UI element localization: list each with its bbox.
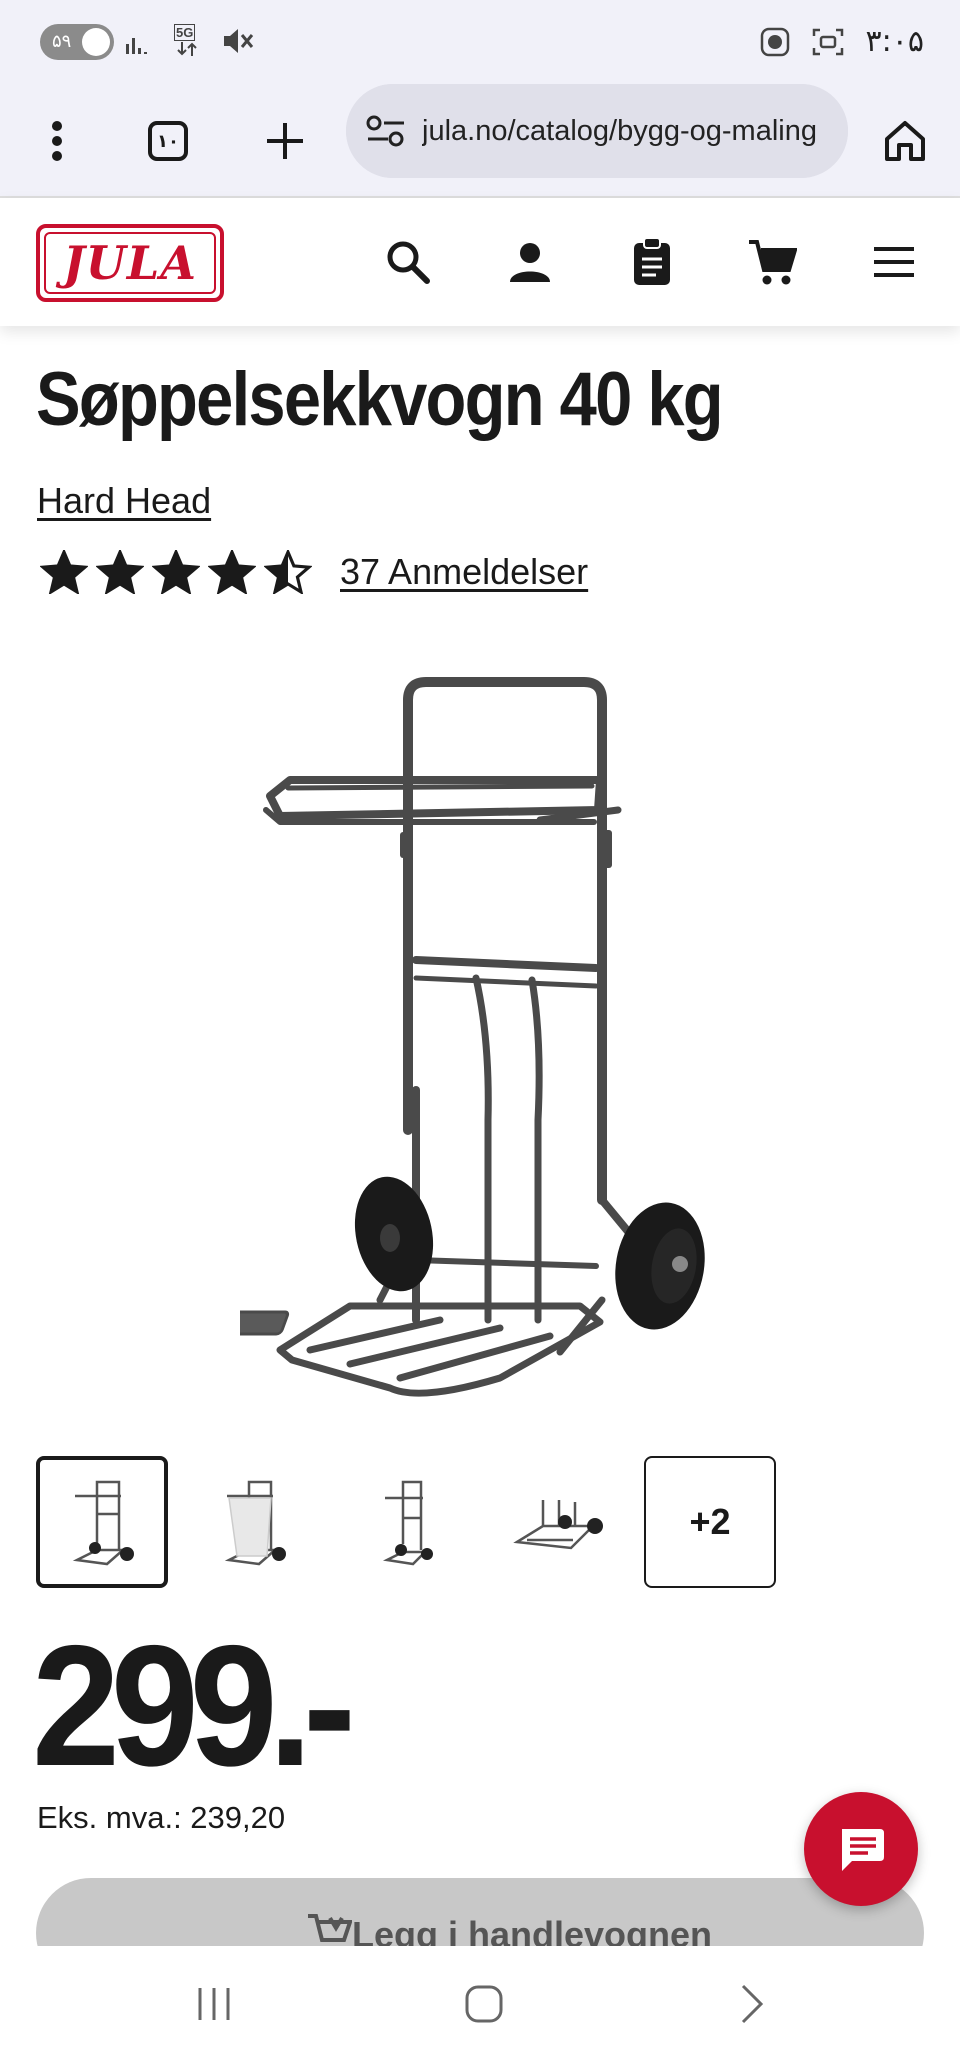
search-icon <box>387 241 430 284</box>
brand-link[interactable]: Hard Head <box>37 480 211 522</box>
reviews-link[interactable]: 37 Anmeldelser <box>340 551 588 593</box>
star-full-icon <box>96 550 144 594</box>
product-price: 299.- <box>32 1610 356 1802</box>
more-vert-icon <box>52 121 62 161</box>
site-header: JULA <box>0 198 960 326</box>
thumbnail-2[interactable] <box>188 1456 320 1588</box>
thumbnail-image <box>224 1480 286 1566</box>
app-notification-icon <box>760 27 789 56</box>
screenshot-icon <box>812 28 843 55</box>
mute-icon <box>224 29 254 53</box>
thumbnail-1[interactable] <box>36 1456 168 1588</box>
star-half-icon <box>264 550 312 594</box>
recent-apps-button[interactable] <box>184 1976 244 2032</box>
thumbnail-image <box>382 1480 433 1566</box>
status-pill-text: ۵۹ <box>52 31 72 52</box>
star-full-icon <box>208 550 256 594</box>
thumbnail-image <box>72 1480 134 1566</box>
more-images-button[interactable]: +2 <box>644 1456 776 1588</box>
thumbnail-image <box>513 1500 603 1550</box>
logo-text: JULA <box>63 236 197 290</box>
price-ex-vat: Eks. mva.: 239,20 <box>37 1800 286 1835</box>
rating-stars <box>40 550 312 594</box>
home-circle-icon <box>465 1985 503 2023</box>
image-thumbnails: +2 <box>36 1456 776 1588</box>
signal-icon <box>126 38 147 54</box>
tab-switcher-button[interactable]: ۱۰ <box>133 106 203 176</box>
new-tab-button[interactable] <box>250 106 320 176</box>
account-button[interactable] <box>502 234 558 290</box>
thumbnail-4[interactable] <box>492 1456 624 1588</box>
plus-icon <box>267 123 303 159</box>
tab-count: ۱۰ <box>148 121 188 161</box>
browser-toolbar: ۱۰ jula.no/catalog/bygg-og-maling <box>0 84 960 198</box>
main-menu-button[interactable] <box>866 234 922 290</box>
site-settings-icon[interactable] <box>366 114 406 148</box>
network-5g-icon: 5G <box>172 24 202 58</box>
clock: ۳:۰۵ <box>865 24 924 59</box>
url-text: jula.no/catalog/bygg-og-maling <box>422 114 817 147</box>
product-rating[interactable]: 37 Anmeldelser <box>40 550 588 594</box>
search-button[interactable] <box>380 234 436 290</box>
data-saver-pill: ۵۹ <box>40 24 114 60</box>
home-nav-button[interactable] <box>454 1976 514 2032</box>
system-navigation-bar <box>0 1946 960 2059</box>
chat-icon <box>842 1829 884 1871</box>
home-icon <box>885 121 925 161</box>
cart-button[interactable] <box>744 234 800 290</box>
back-nav-button[interactable] <box>722 1976 782 2032</box>
product-image[interactable] <box>240 660 720 1420</box>
shopping-list-button[interactable] <box>624 234 680 290</box>
more-images-label: +2 <box>689 1501 731 1542</box>
star-full-icon <box>152 550 200 594</box>
browser-menu-button[interactable] <box>22 106 92 176</box>
jula-logo[interactable]: JULA <box>36 224 224 302</box>
star-full-icon <box>40 550 88 594</box>
hamburger-menu-icon <box>874 247 914 277</box>
cart-icon <box>749 240 797 285</box>
status-bar: ۵۹ 5G ۳:۰۵ <box>0 0 960 84</box>
home-button[interactable] <box>870 106 940 176</box>
address-bar-field[interactable]: jula.no/catalog/bygg-og-maling <box>346 84 848 178</box>
clipboard-icon <box>634 237 670 285</box>
user-icon <box>510 243 550 282</box>
chevron-right-icon <box>741 1984 764 2024</box>
product-title: Søppelsekkvogn 40 kg <box>36 357 724 442</box>
chat-button[interactable] <box>804 1792 918 1906</box>
thumbnail-3[interactable] <box>340 1456 472 1588</box>
recent-apps-icon <box>198 1988 230 2020</box>
